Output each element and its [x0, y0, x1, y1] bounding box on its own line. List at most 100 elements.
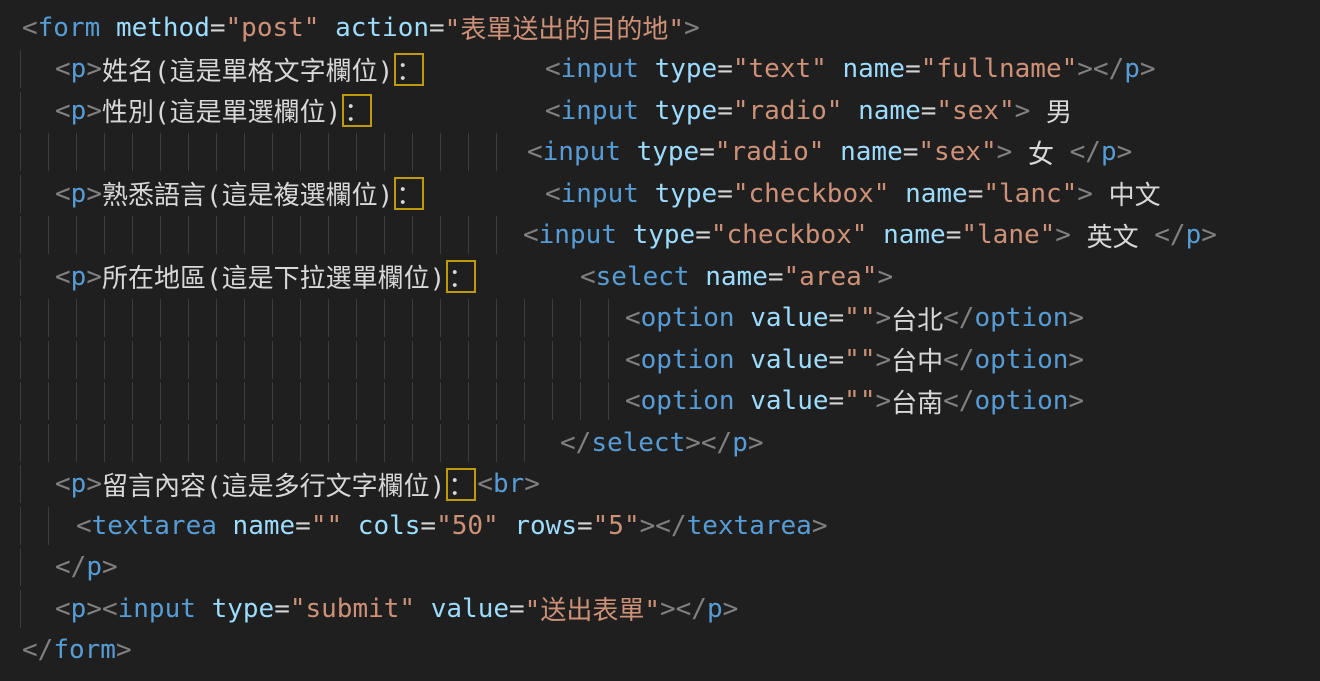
token-space [842, 96, 858, 126]
token-bracket: > [86, 54, 102, 84]
code-line[interactable]: </p> [0, 547, 1320, 589]
token-bracket: < [625, 303, 641, 333]
token-tag-name: option [641, 386, 735, 416]
token-space [415, 594, 431, 624]
token-operator: = [429, 13, 445, 43]
token-string: "submit" [290, 594, 415, 624]
token-attribute-name: name [705, 262, 768, 292]
token-bracket: < [477, 469, 493, 499]
code-line[interactable]: <option value="">台北</option> [0, 298, 1320, 340]
token-bracket: > [1201, 220, 1217, 250]
token-bracket: > [86, 179, 102, 209]
token-bracket: > [875, 345, 891, 375]
code-line[interactable]: <textarea name="" cols="50" rows="5"></t… [0, 505, 1320, 547]
code-line[interactable]: <p><input type="submit" value="送出表單"></p… [0, 588, 1320, 630]
token-bracket: > [86, 262, 102, 292]
token-operator: = [946, 220, 962, 250]
token-attribute-name: name [233, 511, 296, 541]
token-tag-name: p [707, 594, 723, 624]
token-attribute-name: type [637, 137, 700, 167]
token-attribute-name: cols [358, 511, 421, 541]
token-bracket: > [1015, 96, 1031, 126]
token-tag-name: option [641, 303, 735, 333]
token-text: 台南 [891, 383, 943, 420]
code-editor[interactable]: <form method="post" action="表單送出的目的地"><p… [0, 0, 1320, 681]
code-segment: <p>熟悉語言(這是複選欄位)： [55, 173, 425, 215]
token-bracket: > [877, 262, 893, 292]
code-line[interactable]: <input type="checkbox" name="lane"> 英文 <… [0, 215, 1320, 257]
token-space [827, 54, 843, 84]
code-segment: </p> [55, 547, 118, 589]
indent-guides [20, 299, 615, 337]
token-bracket: > [1068, 303, 1084, 333]
token-text: 台北 [891, 300, 943, 337]
token-string: "表單送出的目的地" [445, 9, 684, 46]
code-line[interactable]: <p>姓名(這是單格文字欄位)：<input type="text" name=… [0, 49, 1320, 91]
code-line[interactable]: <p>性別(這是單選欄位)： <input type="radio" name="… [0, 90, 1320, 132]
token-tag-name: p [1186, 220, 1202, 250]
code-segment: <option value="">台中</option> [625, 339, 1084, 381]
token-operator: = [295, 511, 311, 541]
unicode-highlight-colon: ： [342, 94, 372, 127]
indent-guides [20, 507, 54, 545]
token-bracket: > [723, 594, 739, 624]
code-line[interactable]: <p>所在地區(這是下拉選單欄位)：<select name="area"> [0, 256, 1320, 298]
token-bracket: > [524, 469, 540, 499]
token-bracket: > [875, 386, 891, 416]
token-string: "fullname" [921, 54, 1078, 84]
code-segment: <input type="text" name="fullname"></p> [545, 49, 1156, 91]
token-tag-name: p [71, 594, 87, 624]
code-line[interactable]: <p>留言內容(這是多行文字欄位)：<br> [0, 464, 1320, 506]
token-tag-name: p [71, 179, 87, 209]
indent-guides [20, 590, 22, 628]
token-tag-name: br [493, 469, 524, 499]
token-string: "" [844, 345, 875, 375]
code-segment: </select></p> [560, 422, 764, 464]
indent-guides [20, 92, 22, 130]
token-tag-name: input [539, 220, 617, 250]
token-tag-name: input [561, 179, 639, 209]
token-tag-name: p [732, 428, 748, 458]
token-string: "area" [784, 262, 878, 292]
code-line[interactable]: <input type="radio" name="sex"> 女 </p> [0, 132, 1320, 174]
token-string: "checkbox" [711, 220, 868, 250]
code-line[interactable]: <option value="">台中</option> [0, 339, 1320, 381]
token-space [867, 220, 883, 250]
token-operator: = [274, 594, 290, 624]
token-bracket: < [55, 594, 71, 624]
token-bracket: </ [55, 552, 86, 582]
token-bracket: < [527, 137, 543, 167]
code-line[interactable]: <p>熟悉語言(這是複選欄位)：<input type="checkbox" n… [0, 173, 1320, 215]
code-line[interactable]: </form> [0, 630, 1320, 672]
token-operator: = [699, 137, 715, 167]
code-line[interactable]: <form method="post" action="表單送出的目的地"> [0, 7, 1320, 49]
token-bracket: </ [943, 303, 974, 333]
token-tag-name: textarea [687, 511, 812, 541]
token-tag-name: textarea [92, 511, 217, 541]
token-attribute-name: value [750, 303, 828, 333]
token-bracket: > [116, 635, 132, 665]
token-operator: = [829, 386, 845, 416]
token-bracket: < [625, 345, 641, 375]
token-bracket: > [1068, 345, 1084, 375]
token-string: "text" [733, 54, 827, 84]
token-attribute-name: value [750, 345, 828, 375]
token-text: 熟悉語言(這是複選欄位) [102, 175, 393, 212]
token-tag-name: p [71, 54, 87, 84]
code-line[interactable]: <option value="">台南</option> [0, 381, 1320, 423]
code-segment: <p>性別(這是單選欄位)： [55, 90, 373, 132]
code-segment: <input type="radio" name="sex"> 男 [545, 90, 1072, 132]
token-space [889, 179, 905, 209]
token-space [735, 345, 751, 375]
code-segment: <input type="radio" name="sex"> 女 </p> [527, 132, 1132, 174]
token-bracket: < [22, 13, 38, 43]
token-operator: = [921, 96, 937, 126]
token-bracket: </ [943, 345, 974, 375]
token-bracket: > [684, 13, 700, 43]
token-attribute-name: name [883, 220, 946, 250]
token-operator: = [717, 96, 733, 126]
token-bracket: < [55, 54, 71, 84]
token-bracket: < [55, 262, 71, 292]
code-line[interactable]: </select></p> [0, 422, 1320, 464]
token-bracket: ></ [1077, 54, 1124, 84]
